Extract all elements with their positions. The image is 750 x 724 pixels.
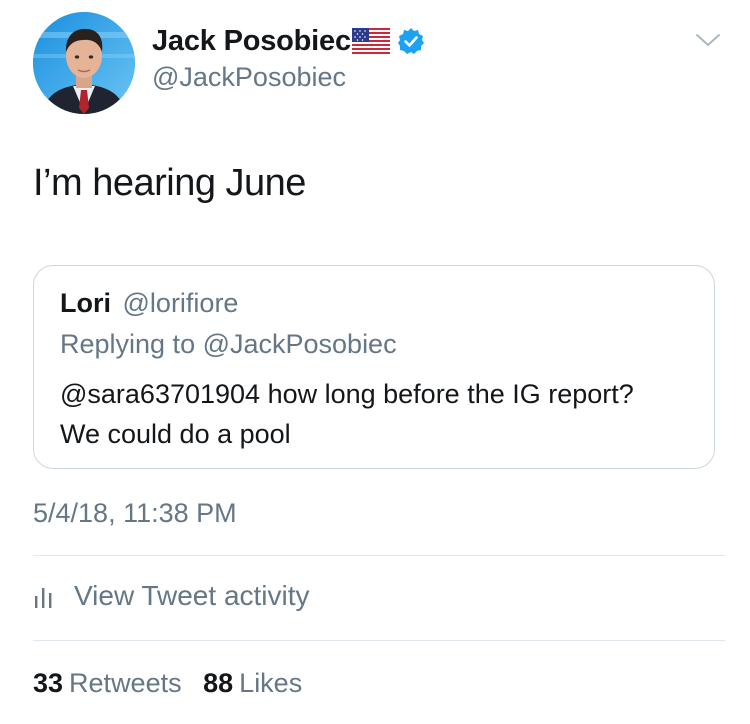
tweet-text: I’m hearing June [33,162,306,204]
retweets-stat[interactable]: 33 Retweets [33,668,189,698]
quoted-tweet-header: Lori @lorifiore [60,288,238,319]
quoted-tweet[interactable]: Lori @lorifiore Replying to @JackPosobie… [33,265,715,469]
quoted-author-handle: @lorifiore [122,288,239,318]
divider [33,555,725,556]
retweets-count: 33 [33,668,64,698]
us-flag-icon [351,28,390,54]
author-handle[interactable]: @JackPosobiec [152,62,425,93]
tweet-stats: 33 Retweets 88 Likes [33,668,302,699]
chevron-down-icon[interactable] [694,30,722,50]
verified-badge-icon [397,27,425,55]
avatar-image [33,12,135,114]
likes-count: 88 [203,668,234,698]
quoted-tweet-text: @sara63701904 how long before the IG rep… [60,379,634,449]
view-tweet-activity-button[interactable]: View Tweet activity [33,580,310,612]
likes-label: Likes [239,668,303,698]
retweets-label: Retweets [69,668,182,698]
tweet-author[interactable]: Jack Posobiec @JackPosobiec [152,22,425,93]
avatar[interactable] [33,12,135,114]
quoted-replying-to: Replying to @JackPosobiec [60,329,397,359]
view-tweet-activity-label: View Tweet activity [74,580,310,611]
author-name[interactable]: Jack Posobiec [152,25,351,58]
quoted-author-name: Lori [60,288,111,318]
divider [33,640,725,641]
bar-chart-icon [33,582,59,610]
tweet-timestamp: 5/4/18, 11:38 PM [33,498,237,528]
likes-stat[interactable]: 88 Likes [203,668,302,698]
